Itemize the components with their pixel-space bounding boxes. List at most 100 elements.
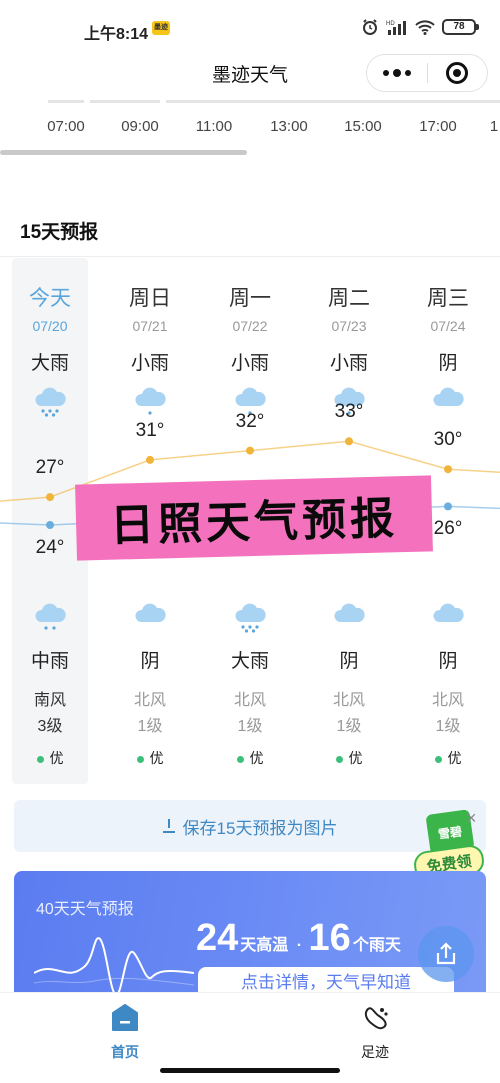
battery-icon: 78 (442, 19, 479, 35)
day-date: 07/24 (430, 318, 466, 334)
heavy-rain-cloud-icon (35, 387, 66, 417)
forecast-40day-card[interactable]: 40天天气预报 24 天高温 · 16 个雨天 点击详情，天气早知道 (14, 871, 486, 1001)
night-condition: 中雨 (30, 651, 69, 672)
overcast-cloud-icon (433, 387, 464, 406)
alarm-icon (363, 19, 377, 35)
notification-app-icon: 墨迹 (152, 21, 170, 35)
hot-days-count: 24 (196, 917, 239, 959)
day-name: 周二 (328, 287, 370, 310)
share-icon (436, 942, 456, 965)
hour-label: 13:00 (270, 118, 308, 135)
day-condition: 小雨 (329, 353, 368, 374)
overcast-cloud-icon (433, 603, 464, 622)
forecast-40day-stats: 24 天高温 · 16 个雨天 (196, 917, 403, 960)
wind-info: 南风 3级 (0, 688, 100, 740)
day-date: 07/21 (132, 318, 168, 334)
wind-info: 北风 1级 (299, 688, 399, 740)
heavy-rain-cloud-icon (235, 603, 266, 633)
forecast-section-title: 15天预报 (20, 222, 99, 243)
light-rain-cloud-icon (135, 387, 166, 415)
close-miniprogram-button[interactable] (427, 55, 487, 91)
nav-bar: 墨迹天气 (0, 50, 500, 96)
wind-level: 3级 (37, 718, 63, 735)
night-condition: 阴 (140, 651, 160, 672)
wind-direction: 北风 (431, 692, 464, 709)
air-quality: 优 (398, 748, 498, 768)
rain-days-label: 个雨天 (352, 937, 401, 954)
hourly-bar (90, 100, 160, 103)
ad-close-icon[interactable]: × (466, 808, 477, 829)
wind-info: 北风 1级 (398, 688, 498, 740)
high-temp-label: 31° (135, 419, 165, 441)
more-button[interactable] (367, 55, 427, 91)
home-indicator (160, 1068, 340, 1073)
aqi-label: 优 (249, 750, 264, 766)
day-condition: 小雨 (230, 353, 269, 374)
day-date: 07/22 (232, 318, 268, 334)
aqi-label: 优 (49, 750, 64, 766)
miniprogram-capsule (366, 54, 488, 92)
section-divider (0, 256, 500, 257)
hourly-bar (48, 100, 84, 103)
day-name: 今天 (29, 287, 71, 310)
wind-level: 1级 (137, 718, 163, 735)
night-condition: 大雨 (230, 651, 269, 672)
hour-label: 1 (489, 118, 499, 135)
rain-cloud-icon (35, 603, 66, 630)
home-icon (112, 1004, 138, 1031)
save-forecast-label: 保存15天预报为图片 (182, 818, 338, 838)
wind-direction: 北风 (133, 692, 166, 709)
hourly-scrollbar[interactable] (0, 150, 247, 155)
title-sticker: 日照天气预报 (75, 475, 433, 561)
aqi-label: 优 (348, 750, 363, 766)
aqi-dot-icon (236, 755, 244, 763)
wind-direction: 北风 (233, 692, 266, 709)
status-bar: 上午8:14 墨迹 HD 78 (0, 0, 500, 56)
hot-days-label: 天高温 (240, 937, 289, 954)
night-condition: 阴 (438, 651, 458, 672)
day-name: 周一 (229, 287, 271, 310)
forecast-40day-title: 40天天气预报 (36, 901, 134, 918)
day-condition: 小雨 (130, 353, 169, 374)
high-temp-label: 30° (433, 429, 463, 451)
high-temp-label: 33° (334, 401, 364, 423)
hour-label: 11:00 (195, 118, 233, 135)
stats-separator: · (296, 937, 303, 954)
wind-level: 1级 (237, 718, 263, 735)
aqi-dot-icon (335, 755, 343, 763)
wind-direction: 南风 (33, 692, 66, 709)
tab-trace-label: 足迹 (361, 1044, 389, 1060)
aqi-label: 优 (149, 750, 164, 766)
day-condition: 阴 (438, 353, 458, 374)
air-quality: 优 (0, 748, 100, 768)
wind-level: 1级 (435, 718, 461, 735)
tab-home[interactable]: 首页 (85, 1003, 165, 1062)
wifi-icon (415, 20, 435, 35)
status-time: 上午8:14 (84, 26, 149, 43)
wind-info: 北风 1级 (200, 688, 300, 740)
share-button[interactable] (418, 926, 474, 982)
day-date: 07/20 (32, 318, 68, 334)
aqi-dot-icon (136, 755, 144, 763)
wind-level: 1级 (336, 718, 362, 735)
hourly-bar (166, 100, 500, 103)
overcast-cloud-icon (334, 603, 365, 622)
aqi-label: 优 (447, 750, 462, 766)
day-name: 周日 (129, 287, 171, 310)
tab-trace[interactable]: 足迹 (335, 1003, 415, 1062)
footprint-icon (364, 1007, 388, 1030)
hourly-forecast[interactable]: 07:00 09:00 11:00 13:00 15:00 17:00 1 (0, 100, 500, 160)
hour-label: 17:00 (419, 118, 457, 135)
day-date: 07/23 (331, 318, 367, 334)
high-temp-label: 32° (235, 410, 265, 432)
download-icon (162, 819, 175, 833)
high-temp-label: 27° (35, 457, 65, 479)
sticker-text: 日照天气预报 (109, 493, 399, 552)
rain-days-count: 16 (308, 917, 351, 959)
signal-icon: HD (386, 21, 406, 35)
low-temp-label: 24° (35, 537, 65, 558)
hour-label: 09:00 (121, 118, 159, 135)
svg-text:HD: HD (386, 21, 395, 27)
day-name: 周三 (427, 287, 469, 310)
target-icon (446, 62, 469, 84)
